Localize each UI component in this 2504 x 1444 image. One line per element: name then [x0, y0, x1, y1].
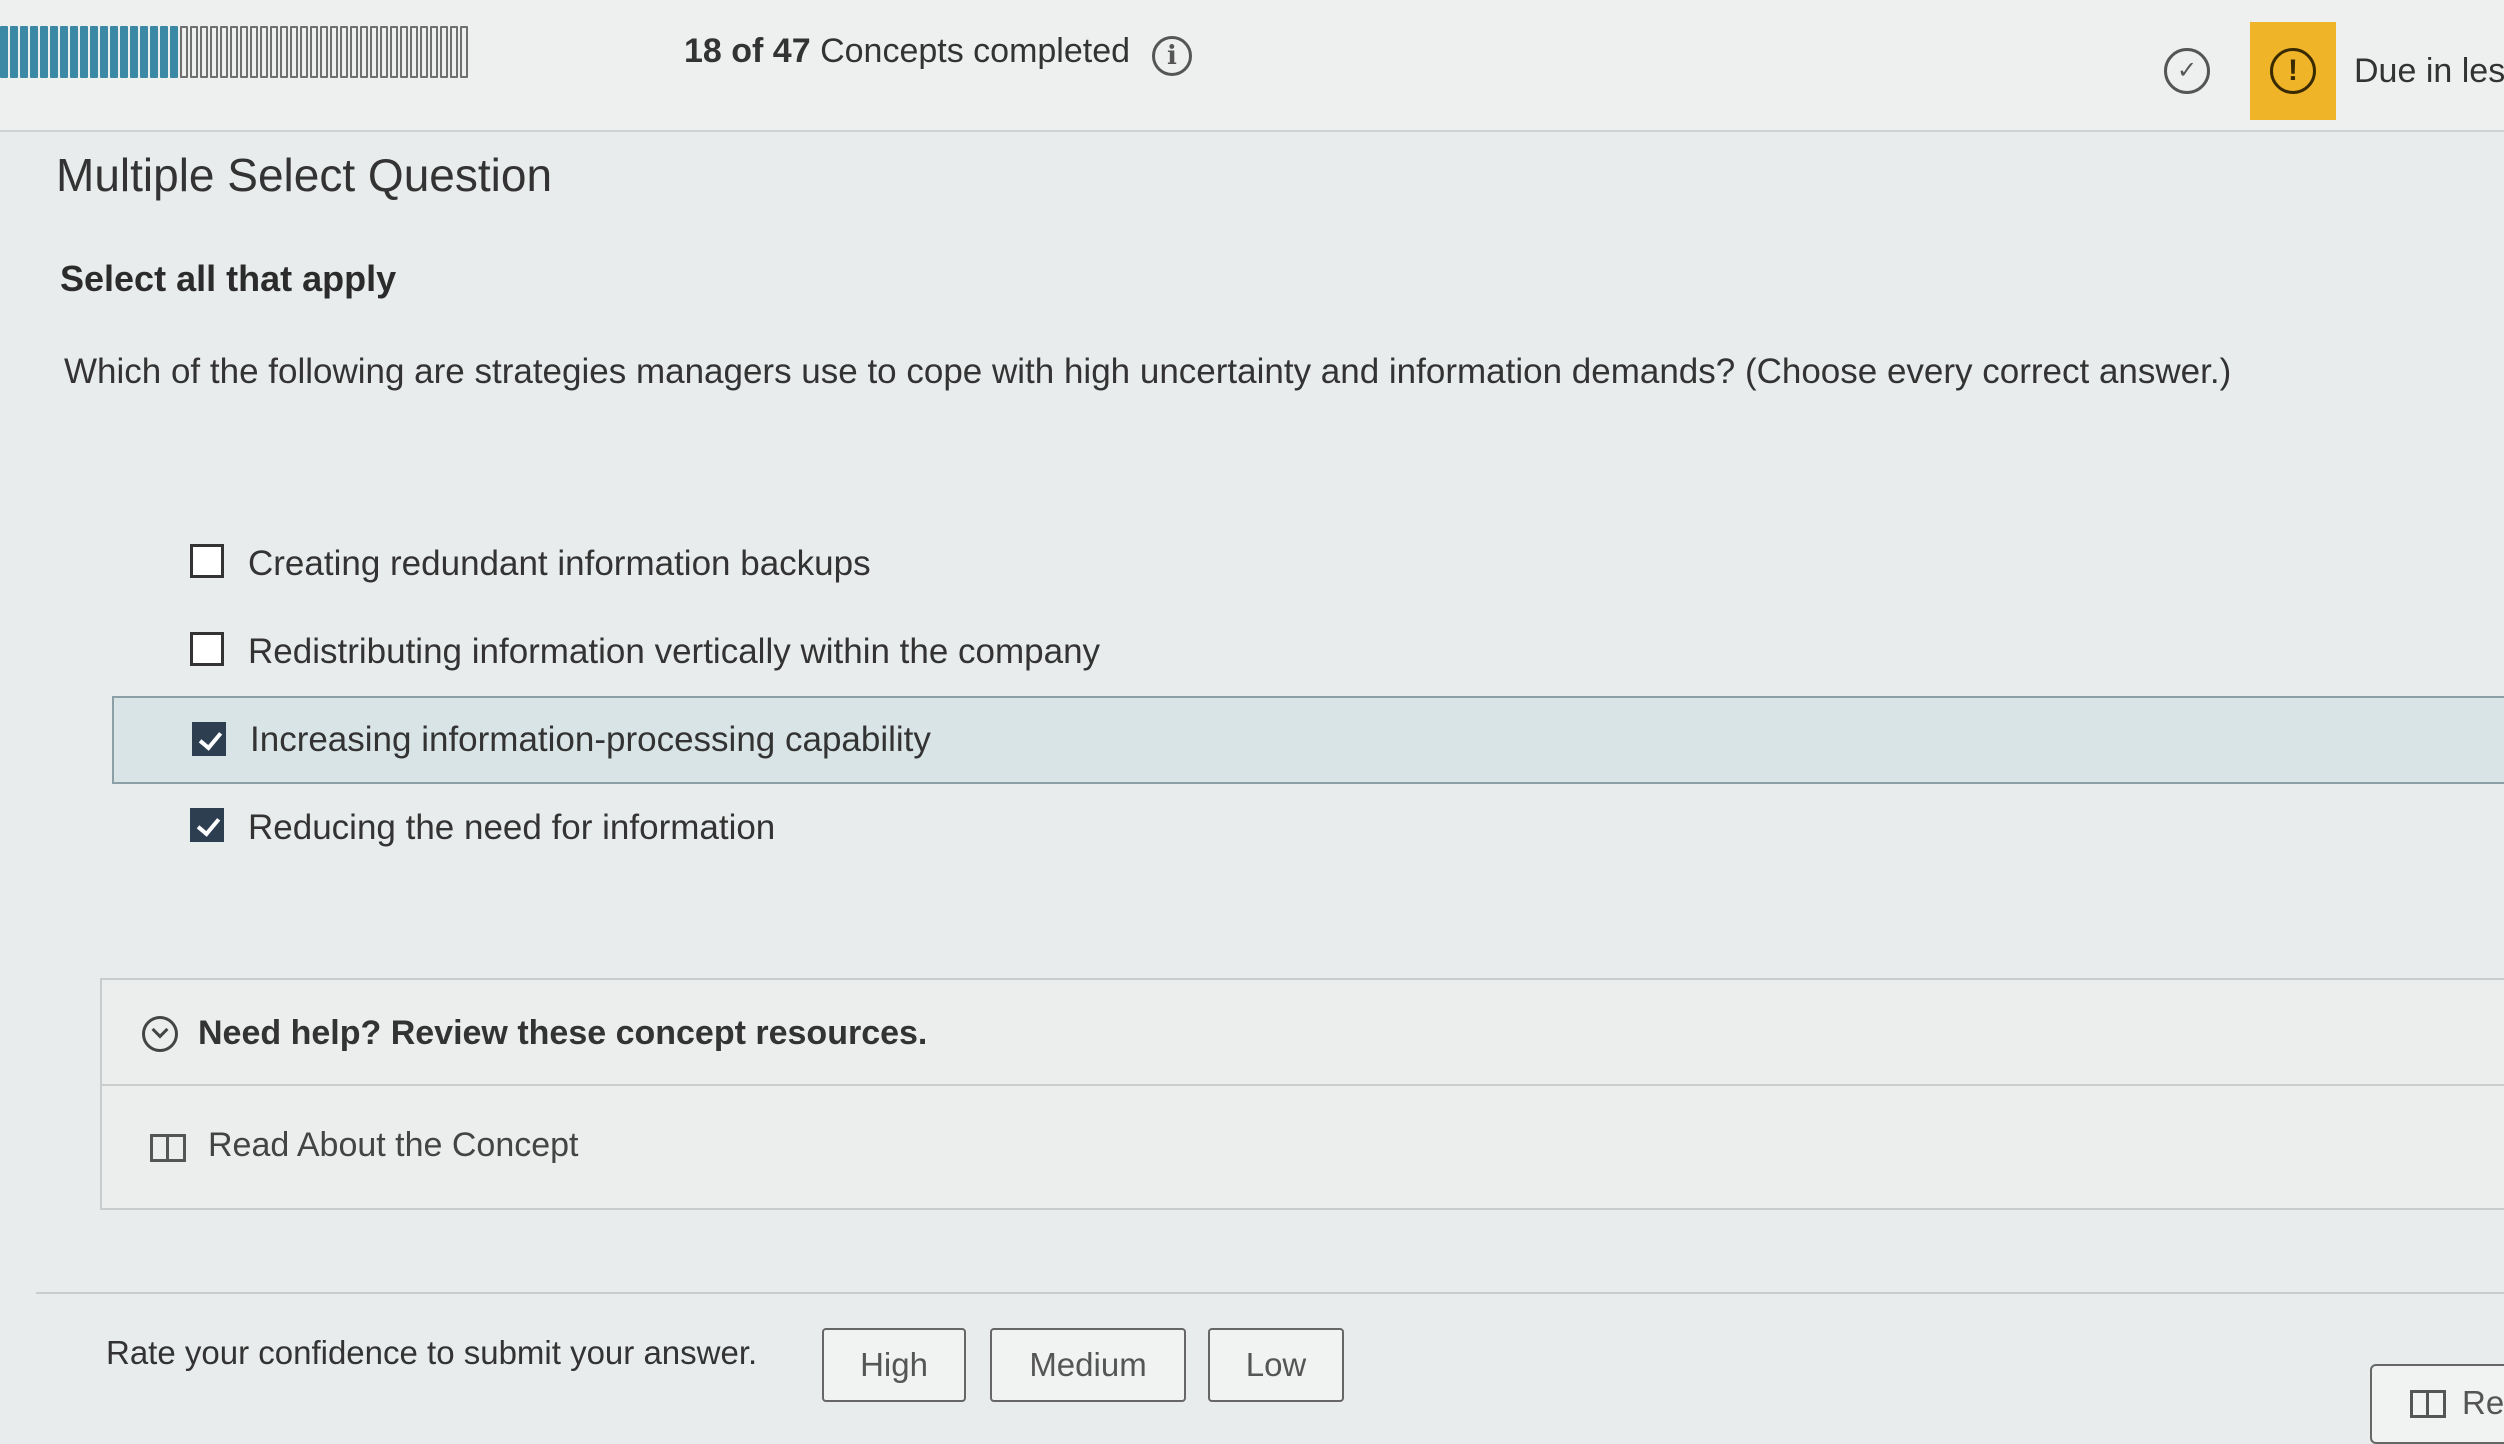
confidence-high-button[interactable]: High — [822, 1328, 966, 1402]
help-panel: Need help? Review these concept resource… — [100, 978, 2504, 1210]
top-bar: 18 of 47 Concepts completed i ✓ ! Due in… — [0, 0, 2504, 132]
alert-icon: ! — [2270, 48, 2316, 94]
due-text: Due in les — [2354, 52, 2504, 90]
option-checkbox[interactable] — [192, 722, 226, 756]
progress-tick-done — [80, 26, 88, 78]
progress-tick-todo — [460, 26, 468, 78]
check-circle-icon[interactable]: ✓ — [2164, 48, 2210, 94]
progress-tick-todo — [290, 26, 298, 78]
progress-tick-done — [110, 26, 118, 78]
progress-tick-todo — [210, 26, 218, 78]
progress-tick-todo — [330, 26, 338, 78]
progress-tick-done — [140, 26, 148, 78]
help-toggle[interactable]: Need help? Review these concept resource… — [102, 980, 2504, 1086]
option-label: Increasing information-processing capabi… — [250, 720, 931, 759]
progress-tick-todo — [350, 26, 358, 78]
progress-tick-todo — [370, 26, 378, 78]
progress-tick-todo — [450, 26, 458, 78]
progress-tick-todo — [310, 26, 318, 78]
instruction-text: Select all that apply — [60, 258, 397, 299]
progress-tick-todo — [410, 26, 418, 78]
progress-text: 18 of 47 Concepts completed — [684, 32, 1130, 71]
progress-tick-todo — [390, 26, 398, 78]
progress-tick-done — [150, 26, 158, 78]
answer-option-4[interactable]: Reducing the need for information — [112, 784, 2504, 872]
chevron-circle-icon — [142, 1016, 178, 1052]
progress-count: 18 of 47 — [684, 32, 811, 70]
progress-tick-todo — [190, 26, 198, 78]
option-checkbox[interactable] — [190, 808, 224, 842]
progress-tick-todo — [380, 26, 388, 78]
progress-tick-todo — [270, 26, 278, 78]
progress-tick-todo — [220, 26, 228, 78]
answer-option-2[interactable]: Redistributing information vertically wi… — [112, 608, 2504, 696]
progress-tick-todo — [280, 26, 288, 78]
progress-tick-done — [100, 26, 108, 78]
info-icon[interactable]: i — [1152, 36, 1192, 76]
progress-tick-todo — [230, 26, 238, 78]
progress-suffix: Concepts completed — [810, 32, 1131, 70]
progress-tick-todo — [400, 26, 408, 78]
progress-tick-todo — [200, 26, 208, 78]
progress-tick-done — [50, 26, 58, 78]
progress-tick-done — [20, 26, 28, 78]
answer-option-1[interactable]: Creating redundant information backups — [112, 520, 2504, 608]
read-button[interactable]: Re — [2370, 1364, 2504, 1444]
read-button-label: Re — [2462, 1384, 2504, 1421]
question-type-title: Multiple Select Question — [56, 149, 553, 201]
read-about-concept-link[interactable]: Read About the Concept — [208, 1126, 579, 1165]
progress-tick-done — [10, 26, 18, 78]
option-label: Reducing the need for information — [248, 808, 776, 847]
due-alert-badge[interactable]: ! — [2250, 22, 2336, 120]
option-checkbox[interactable] — [190, 632, 224, 666]
confidence-label: Rate your confidence to submit your answ… — [106, 1334, 758, 1371]
progress-tick-done — [60, 26, 68, 78]
progress-tick-done — [40, 26, 48, 78]
progress-tick-todo — [260, 26, 268, 78]
progress-tick-done — [0, 26, 8, 78]
book-icon — [150, 1134, 186, 1162]
progress-tick-done — [70, 26, 78, 78]
progress-tick-todo — [360, 26, 368, 78]
help-title: Need help? Review these concept resource… — [198, 1014, 928, 1052]
option-label: Creating redundant information backups — [248, 544, 871, 583]
option-checkbox[interactable] — [190, 544, 224, 578]
question-prompt: Which of the following are strategies ma… — [64, 352, 2232, 391]
answer-option-3[interactable]: Increasing information-processing capabi… — [112, 696, 2504, 784]
book-icon — [2410, 1390, 2446, 1418]
progress-tick-done — [30, 26, 38, 78]
progress-tick-done — [170, 26, 178, 78]
progress-tick-todo — [420, 26, 428, 78]
progress-tick-todo — [300, 26, 308, 78]
progress-tick-todo — [180, 26, 188, 78]
confidence-low-button[interactable]: Low — [1208, 1328, 1344, 1402]
progress-tick-todo — [240, 26, 248, 78]
progress-tick-todo — [250, 26, 258, 78]
progress-tick-done — [120, 26, 128, 78]
confidence-medium-button[interactable]: Medium — [990, 1328, 1186, 1402]
progress-tick-done — [160, 26, 168, 78]
divider — [36, 1292, 2504, 1294]
progress-tick-todo — [430, 26, 438, 78]
progress-tick-todo — [340, 26, 348, 78]
option-label: Redistributing information vertically wi… — [248, 632, 1101, 671]
progress-tick-done — [90, 26, 98, 78]
progress-tick-done — [130, 26, 138, 78]
answer-options: Creating redundant information backups R… — [112, 520, 2504, 872]
concept-progress-bar — [0, 26, 662, 78]
progress-tick-todo — [440, 26, 448, 78]
progress-tick-todo — [320, 26, 328, 78]
